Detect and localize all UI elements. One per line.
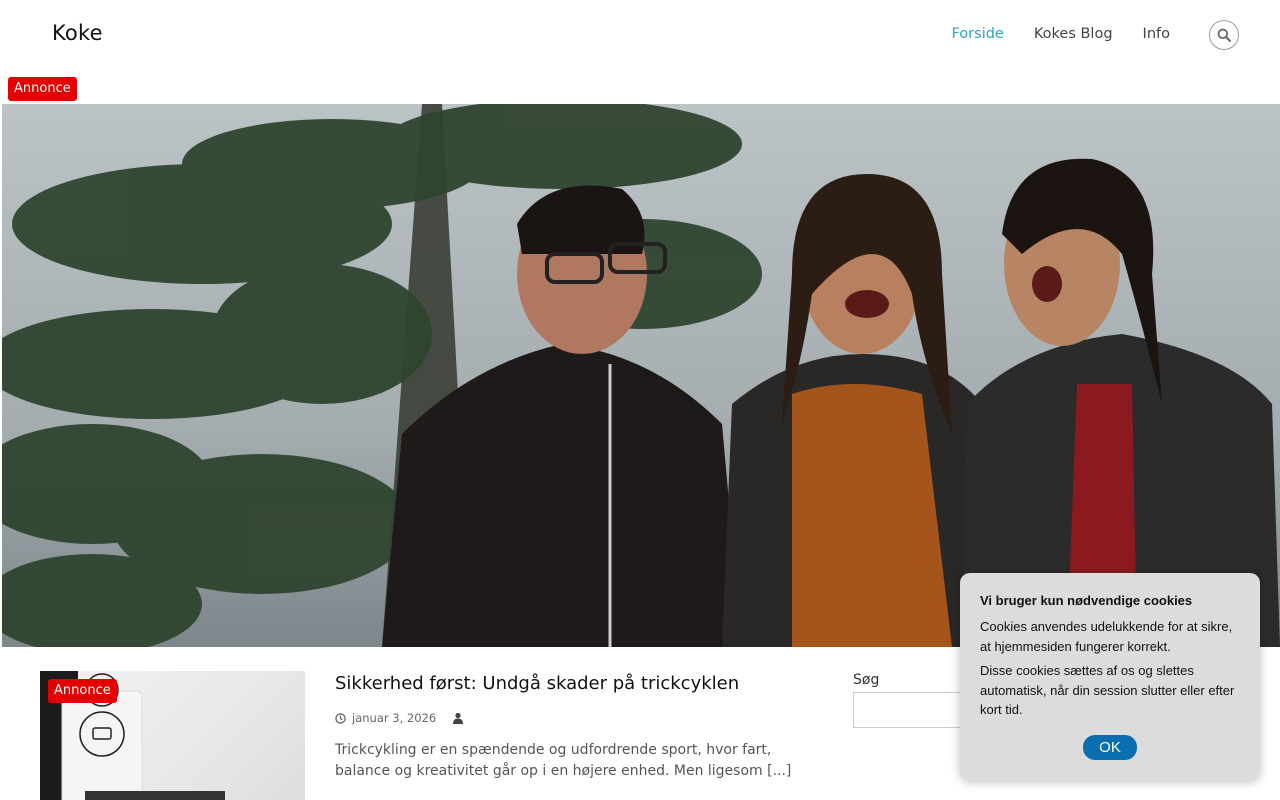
cookie-text-2: Disse cookies sættes af os og slettes au… xyxy=(980,663,1235,717)
post-ad-label: Annonce xyxy=(48,679,117,703)
cookie-banner: Vi bruger kun nødvendige cookies Cookies… xyxy=(960,573,1260,780)
site-header: Koke Forside Kokes Blog Info xyxy=(0,0,1280,70)
post-date[interactable]: januar 3, 2026 xyxy=(352,711,436,725)
search-toggle-button[interactable] xyxy=(1209,20,1239,50)
hero-image xyxy=(2,104,1280,647)
main-nav: Forside Kokes Blog Info xyxy=(951,26,1170,42)
nav-item-info[interactable]: Info xyxy=(1143,26,1170,42)
user-icon xyxy=(453,712,464,724)
site-title[interactable]: Koke xyxy=(52,21,103,45)
cookie-ok-button[interactable]: OK xyxy=(1083,735,1137,760)
post-meta: januar 3, 2026 xyxy=(335,711,464,725)
search-icon xyxy=(1217,28,1231,42)
nav-item-kokes-blog[interactable]: Kokes Blog xyxy=(1034,26,1113,42)
post-title[interactable]: Sikkerhed først: Undgå skader på trickcy… xyxy=(335,673,739,694)
post-excerpt: Trickcykling er en spændende og udfordre… xyxy=(335,742,792,779)
nav-item-forside[interactable]: Forside xyxy=(951,26,1003,42)
ad-label: Annonce xyxy=(8,77,77,101)
clock-icon xyxy=(335,712,346,724)
cookie-text-1: Cookies anvendes udelukkende for at sikr… xyxy=(980,619,1233,654)
cookie-title: Vi bruger kun nødvendige cookies xyxy=(980,593,1193,608)
sidebar-search-label: Søg xyxy=(853,672,880,688)
